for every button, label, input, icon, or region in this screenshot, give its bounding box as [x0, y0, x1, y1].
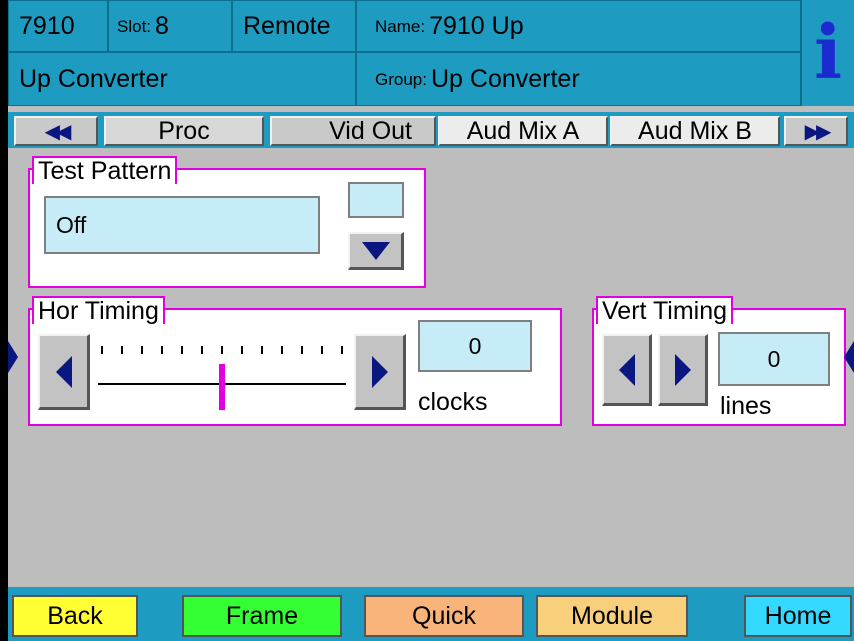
tab-scroll-right[interactable]: ▶▶ — [784, 116, 848, 146]
name-value: 7910 Up — [429, 11, 524, 40]
tab-proc[interactable]: Proc — [104, 116, 264, 146]
quick-button[interactable]: Quick — [364, 595, 524, 637]
slider-thumb[interactable] — [219, 364, 225, 410]
hor-timing-value: 0 — [468, 332, 482, 359]
name-cell: Name: 7910 Up — [356, 0, 801, 52]
module-type-cell: Up Converter — [8, 52, 356, 106]
frame-id-cell: 7910 — [8, 0, 108, 52]
test-pattern-indicator — [348, 182, 404, 218]
module-type: Up Converter — [19, 64, 168, 93]
frame-button[interactable]: Frame — [182, 595, 342, 637]
vert-timing-title: Vert Timing — [596, 296, 734, 324]
mode-label: Remote — [243, 11, 331, 40]
down-arrow-icon — [361, 241, 390, 260]
double-right-arrow-icon: ▶▶ — [804, 120, 832, 143]
test-pattern-title: Test Pattern — [32, 156, 178, 184]
tab-bar: ◀◀ Proc Vid Out Aud Mix A Aud Mix B ▶▶ — [8, 112, 854, 148]
group-value: Up Converter — [430, 64, 580, 93]
hor-timing-decrement-button[interactable] — [38, 334, 90, 410]
test-pattern-select[interactable]: Off — [44, 196, 320, 254]
mode-cell: Remote — [232, 0, 356, 52]
hor-timing-value-field[interactable]: 0 — [418, 320, 532, 372]
slot-value: 8 — [155, 11, 169, 40]
double-left-arrow-icon: ◀◀ — [44, 120, 72, 143]
left-arrow-icon — [618, 353, 635, 386]
footer-bar: Back Frame Quick Module Home — [8, 587, 854, 641]
vert-timing-unit: lines — [720, 392, 772, 420]
group-label: Group: — [375, 69, 427, 89]
test-pattern-value: Off — [56, 211, 87, 238]
home-button[interactable]: Home — [744, 595, 852, 637]
test-pattern-dropdown-button[interactable] — [348, 232, 404, 270]
vert-timing-increment-button[interactable] — [658, 334, 708, 406]
hor-timing-slider[interactable] — [94, 334, 350, 418]
right-arrow-icon — [674, 353, 691, 386]
group-cell: Group: Up Converter — [356, 52, 801, 106]
page-right-arrow-icon[interactable] — [844, 341, 854, 373]
left-arrow-icon — [55, 355, 72, 388]
page-left-arrow-icon[interactable] — [8, 341, 18, 373]
tab-aud-mix-a[interactable]: Aud Mix A — [438, 116, 608, 146]
hor-timing-unit: clocks — [418, 388, 488, 416]
slot-cell: Slot: 8 — [108, 0, 232, 52]
tab-aud-mix-b[interactable]: Aud Mix B — [610, 116, 780, 146]
hor-timing-increment-button[interactable] — [354, 334, 406, 410]
info-icon: i — [813, 10, 843, 96]
frame-id: 7910 — [19, 11, 75, 40]
hor-timing-title: Hor Timing — [32, 296, 165, 324]
info-button[interactable]: i — [801, 0, 854, 106]
right-arrow-icon — [371, 355, 388, 388]
back-button[interactable]: Back — [12, 595, 138, 637]
slot-label: Slot: — [117, 16, 152, 36]
module-button[interactable]: Module — [536, 595, 688, 637]
name-label: Name: — [375, 16, 426, 36]
control-panel: 7910 Slot: 8 Remote Name: 7910 Up Up Con… — [8, 0, 854, 641]
vert-timing-value-field[interactable]: 0 — [718, 332, 830, 386]
tab-vid-out[interactable]: Vid Out — [270, 116, 436, 146]
tab-scroll-left[interactable]: ◀◀ — [14, 116, 98, 146]
vert-timing-value: 0 — [767, 345, 781, 372]
vert-timing-decrement-button[interactable] — [602, 334, 652, 406]
